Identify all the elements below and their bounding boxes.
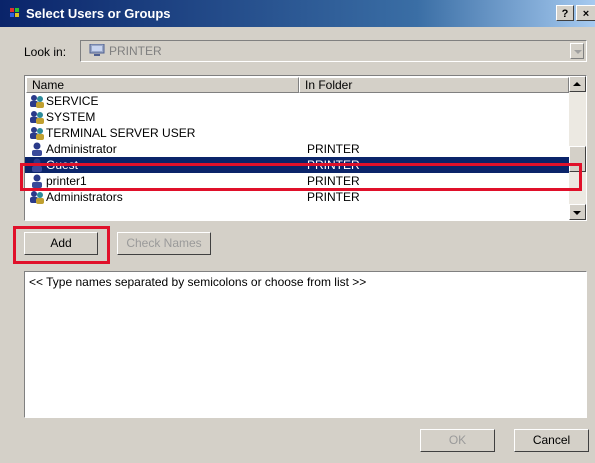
list-item-name: SYSTEM — [46, 110, 96, 124]
close-button[interactable]: × — [576, 5, 595, 21]
group-icon — [29, 94, 45, 108]
look-in-value: PRINTER — [109, 44, 162, 58]
window-title: Select Users or Groups — [26, 6, 171, 21]
column-header-name[interactable]: Name — [26, 77, 299, 93]
chevron-down-icon[interactable] — [570, 43, 584, 59]
list-item-folder: PRINTER — [307, 190, 360, 204]
scroll-down-button[interactable] — [569, 204, 586, 220]
list-scrollbar[interactable] — [569, 76, 586, 220]
title-bar: Select Users or Groups ? × — [0, 0, 595, 27]
user-icon — [29, 142, 45, 156]
guest-highlight — [20, 163, 582, 191]
help-button[interactable]: ? — [556, 5, 574, 21]
look-in-select[interactable]: PRINTER — [80, 40, 587, 62]
list-item-name: Administrator — [46, 142, 117, 156]
group-icon — [29, 190, 45, 204]
add-highlight — [13, 226, 110, 264]
ok-button[interactable]: OK — [420, 429, 495, 452]
list-item-name: SERVICE — [46, 94, 99, 108]
list-item[interactable]: SYSTEM — [25, 109, 570, 125]
group-icon — [29, 110, 45, 124]
select-users-dialog: Select Users or Groups ? × Look in: PRIN… — [0, 0, 595, 463]
list-item[interactable]: SERVICE — [25, 93, 570, 109]
names-input[interactable]: << Type names separated by semicolons or… — [24, 271, 587, 418]
list-item[interactable]: TERMINAL SERVER USER — [25, 125, 570, 141]
check-names-button[interactable]: Check Names — [117, 232, 211, 255]
group-icon — [29, 126, 45, 140]
cancel-button[interactable]: Cancel — [514, 429, 589, 452]
users-list[interactable]: Name In Folder SERVICE SYSTEM TERMINAL SER… — [24, 75, 587, 221]
list-item-folder: PRINTER — [307, 142, 360, 156]
scroll-up-button[interactable] — [569, 76, 586, 92]
list-item-name: TERMINAL SERVER USER — [46, 126, 196, 140]
list-item-name: Administrators — [46, 190, 123, 204]
list-item[interactable]: Administrators PRINTER — [25, 189, 570, 205]
computer-icon — [89, 44, 105, 56]
users-icon — [10, 8, 22, 18]
list-item[interactable]: Administrator PRINTER — [25, 141, 570, 157]
look-in-label: Look in: — [24, 45, 67, 59]
column-header-folder[interactable]: In Folder — [299, 77, 569, 93]
